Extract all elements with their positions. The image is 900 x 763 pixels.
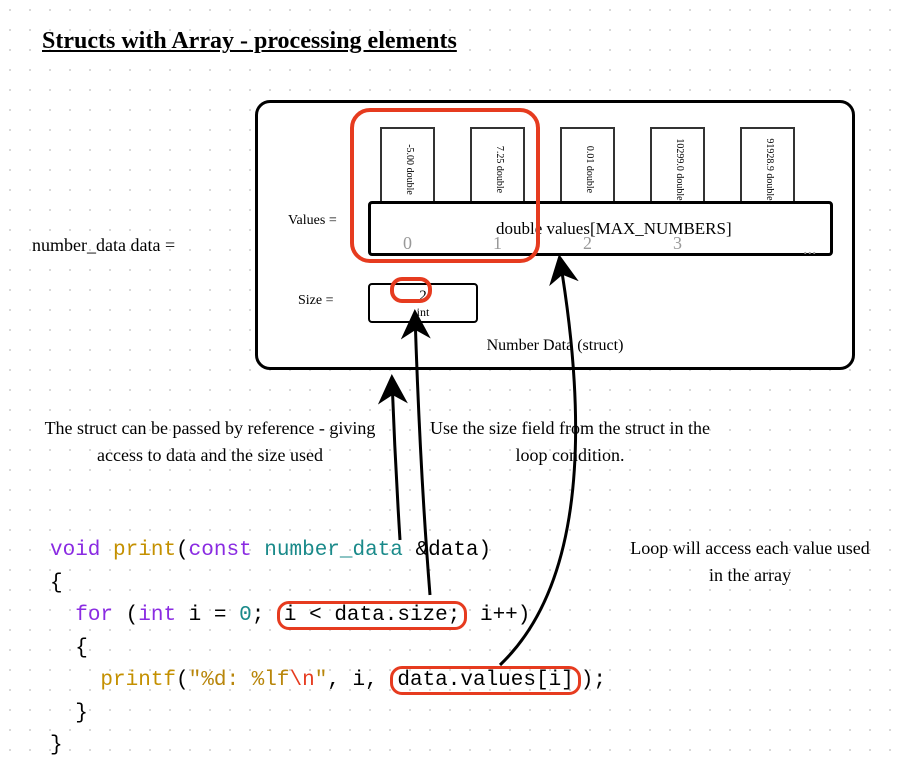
highlight-values-access: data.values[i] <box>390 666 580 695</box>
array-slot-4: 91928.9 double <box>740 127 795 204</box>
size-type: int <box>370 305 476 319</box>
array-index-3: 3 <box>650 233 705 254</box>
struct-box: Values = Size = -5.00 double 7.25 double… <box>255 100 855 370</box>
highlight-size <box>390 277 432 303</box>
struct-caption: Number Data (struct) <box>487 337 624 355</box>
highlight-values <box>350 108 540 263</box>
code-block: void print(const number_data &data) { fo… <box>50 535 606 763</box>
highlight-condition: i < data.size; <box>277 601 467 630</box>
annotation-reference: The struct can be passed by reference - … <box>40 415 380 469</box>
array-slot-2: 0.01 double <box>560 127 615 204</box>
page-title: Structs with Array - processing elements <box>42 28 457 55</box>
array-slot-3: 10299.0 double <box>650 127 705 204</box>
array-index-more: ... <box>803 238 817 259</box>
array-index-2: 2 <box>560 233 615 254</box>
annotation-size-field: Use the size field from the struct in th… <box>430 415 710 469</box>
annotation-loop-access: Loop will access each value used in the … <box>630 535 870 589</box>
values-field-label: Values = <box>288 213 337 229</box>
declaration-label: number_data data = <box>32 235 175 256</box>
size-field-label: Size = <box>298 293 334 309</box>
